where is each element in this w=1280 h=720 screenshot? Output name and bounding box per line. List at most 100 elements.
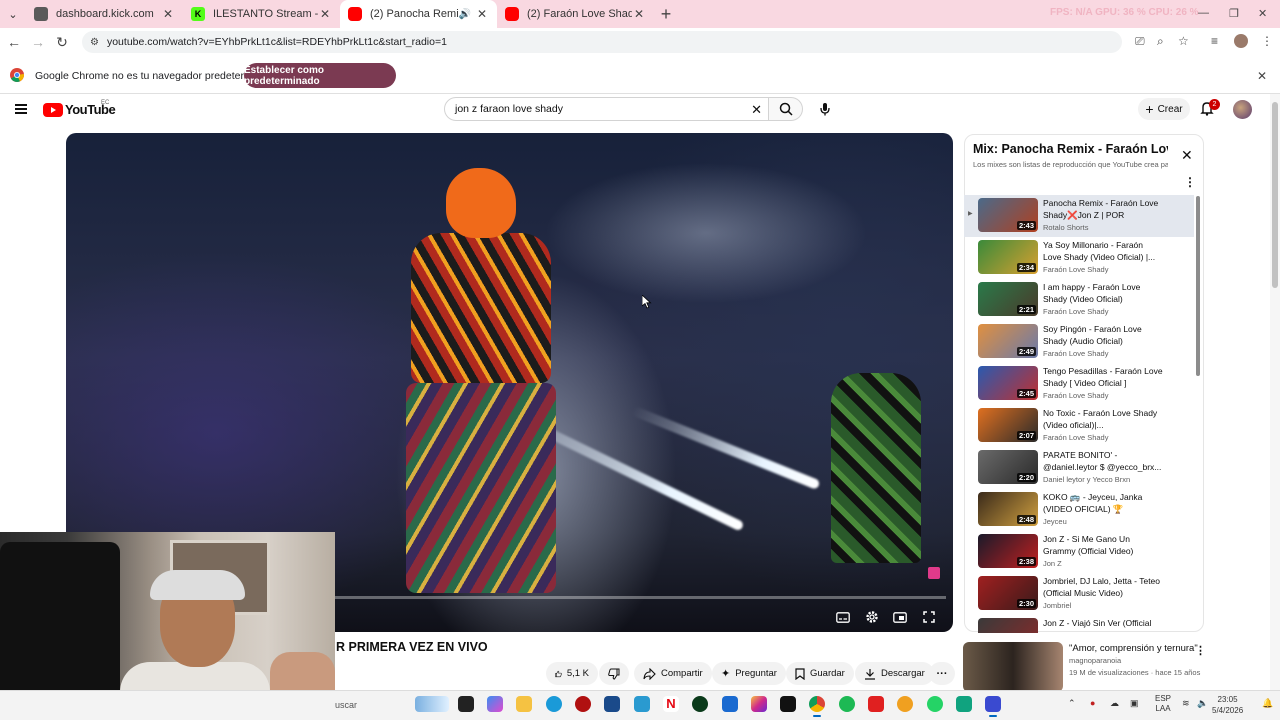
search-input[interactable]: jon z faraon love shady ✕ — [444, 97, 769, 121]
playlist-close-icon[interactable]: ✕ — [1181, 147, 1193, 164]
tiktok-icon[interactable] — [780, 696, 796, 712]
window-close-icon[interactable]: ✕ — [1258, 7, 1267, 20]
playlist-item[interactable]: 2:34 Ya Soy Millonario - Faraón Love Shad… — [964, 237, 1194, 279]
playlist-item[interactable]: 2:48 KOKO 🚌 - Jeyceu, Janka (VIDEO OFICIA… — [964, 489, 1194, 531]
back-icon[interactable]: ← — [2, 34, 26, 50]
menu-icon[interactable] — [15, 104, 27, 114]
playlist-item-title[interactable]: KOKO 🚌 - Jeyceu, Janka (VIDEO OFICIAL) 🏆 — [1043, 491, 1163, 515]
playlist-item[interactable]: ▶ 2:43 Panocha Remix - Faraón Love Shady❌J… — [964, 195, 1194, 237]
media-controls-icon[interactable]: ≡ — [1211, 34, 1218, 48]
clear-search-icon[interactable]: ✕ — [751, 102, 762, 118]
app-icon[interactable] — [575, 696, 591, 712]
playlist-item-thumbnail[interactable]: 2:38 — [978, 534, 1038, 568]
chrome-menu-icon[interactable]: ⋮ — [1261, 34, 1273, 48]
playlist-item-thumbnail[interactable]: 2:48 — [978, 492, 1038, 526]
playlist-item-title[interactable]: I am happy - Faraón Love Shady (Video Of… — [1043, 281, 1163, 305]
settings-gear-icon[interactable] — [862, 608, 882, 626]
miniplayer-icon[interactable] — [890, 608, 910, 626]
share-button[interactable]: Compartir — [634, 662, 712, 685]
playlist-item-title[interactable]: Ya Soy Millonario - Faraón Love Shady (V… — [1043, 239, 1163, 263]
tray-app-icon[interactable]: ▣ — [1130, 698, 1139, 709]
playlist-item[interactable]: 2:45 Tengo Pesadillas - Faraón Love Shady… — [964, 363, 1194, 405]
playlist-item-thumbnail[interactable]: 2:34 — [978, 240, 1038, 274]
playlist-item-title[interactable]: Panocha Remix - Faraón Love Shady❌Jon Z … — [1043, 197, 1163, 221]
recommendation-channel[interactable]: magnoparanoia — [1069, 656, 1121, 665]
tab-faraon-love-shady[interactable]: (2) Faraón Love Shady | La histo ✕ — [497, 0, 654, 28]
volume-icon[interactable]: 🔈 — [1197, 698, 1208, 709]
more-actions-button[interactable]: ··· — [929, 662, 955, 685]
xbox-icon[interactable] — [692, 696, 708, 712]
playlist-title[interactable]: Mix: Panocha Remix - Faraón Love... — [973, 142, 1168, 156]
tray-chevron-icon[interactable]: ⌃ — [1068, 698, 1076, 709]
playlist-item-channel[interactable]: Faraón Love Shady — [1043, 307, 1108, 316]
close-icon[interactable]: ✕ — [318, 7, 332, 21]
playlist-item-title[interactable]: Jon Z - Viajó Sin Ver (Official — [1043, 617, 1163, 629]
close-icon[interactable]: ✕ — [475, 7, 489, 21]
download-button[interactable]: Descargar — [855, 662, 934, 685]
tab-ilestanto-stream[interactable]: K ILESTANTO Stream - Watch Live ✕ — [183, 0, 340, 28]
playlist-item-channel[interactable]: Rotalo Shorts — [1043, 223, 1088, 232]
playlist-item-channel[interactable]: Faraón Love Shady — [1043, 349, 1108, 358]
spotify-icon[interactable] — [839, 696, 855, 712]
site-info-icon[interactable]: ⚙ — [90, 37, 99, 48]
app-icon[interactable] — [897, 696, 913, 712]
app-icon[interactable] — [604, 696, 620, 712]
playlist-item-title[interactable]: PARATE BONITO' - @daniel.leytor $ @yecco… — [1043, 449, 1163, 473]
tab-search-button[interactable]: ⌄ — [0, 0, 26, 28]
app-icon[interactable] — [722, 696, 738, 712]
task-view-icon[interactable] — [458, 696, 474, 712]
playlist-item-thumbnail[interactable]: 2:21 — [978, 282, 1038, 316]
zoom-icon[interactable]: ⌕ — [1157, 34, 1164, 49]
playlist-item-title[interactable]: Jombriel, DJ Lalo, Jetta - Teteo (Offici… — [1043, 575, 1163, 599]
tab-kick-dashboard[interactable]: dashboard.kick.com ✕ — [26, 0, 183, 28]
audio-playing-icon[interactable]: 🔊 — [459, 9, 471, 20]
new-tab-button[interactable]: + — [654, 4, 678, 25]
tray-cloud-icon[interactable]: ☁ — [1110, 698, 1119, 709]
dislike-button[interactable] — [599, 662, 629, 685]
search-button[interactable] — [769, 97, 803, 121]
playlist-item-thumbnail[interactable] — [978, 618, 1038, 633]
forward-icon[interactable]: → — [26, 34, 50, 50]
wifi-icon[interactable]: ≋ — [1182, 698, 1190, 709]
minimize-icon[interactable]: — — [1198, 7, 1209, 19]
whatsapp-icon[interactable] — [927, 696, 943, 712]
voice-search-button[interactable] — [814, 98, 836, 120]
create-button[interactable]: + Crear — [1138, 98, 1190, 120]
playlist-item-channel[interactable]: Jeyceu — [1043, 517, 1067, 526]
close-icon[interactable]: ✕ — [161, 7, 175, 21]
profile-avatar-icon[interactable] — [1234, 34, 1248, 48]
language-indicator[interactable]: ESP LAA — [1155, 694, 1171, 714]
bookmark-star-icon[interactable]: ☆ — [1178, 34, 1189, 48]
playlist-item-channel[interactable]: Faraón Love Shady — [1043, 265, 1108, 274]
close-icon[interactable]: ✕ — [632, 7, 646, 21]
taskbar-clock[interactable]: 23:05 5/4/2026 — [1212, 694, 1243, 716]
playlist-more-icon[interactable]: ⋮ — [1184, 175, 1196, 189]
playlist-item-title[interactable]: Jon Z - Si Me Gano Un Grammy (Official V… — [1043, 533, 1163, 557]
netflix-icon[interactable]: N — [663, 696, 679, 712]
playlist-item-thumbnail[interactable]: 2:20 — [978, 450, 1038, 484]
playlist-item[interactable]: 2:20 PARATE BONITO' - @daniel.leytor $ @y… — [964, 447, 1194, 489]
save-button[interactable]: Guardar — [786, 662, 854, 685]
playlist-item-channel[interactable]: Faraón Love Shady — [1043, 391, 1108, 400]
instagram-icon[interactable] — [751, 696, 767, 712]
tab-panocha-remix[interactable]: (2) Panocha Remix - Faraón 🔊 ✕ — [340, 0, 497, 28]
playlist-item[interactable]: 2:49 Soy Pingón - Faraón Love Shady (Audi… — [964, 321, 1194, 363]
channel-watermark-icon[interactable] — [928, 567, 940, 579]
like-button[interactable]: 5,1 K — [546, 662, 598, 685]
address-bar[interactable]: ⚙ youtube.com/watch?v=EYhbPrkLt1c&list=R… — [82, 31, 1122, 53]
copilot-icon[interactable] — [487, 696, 503, 712]
playlist-item-thumbnail[interactable]: 2:45 — [978, 366, 1038, 400]
playlist-item[interactable]: 2:07 No Toxic - Faraón Love Shady (Video … — [964, 405, 1194, 447]
playlist-item[interactable]: 2:21 I am happy - Faraón Love Shady (Vide… — [964, 279, 1194, 321]
playlist-item-title[interactable]: Soy Pingón - Faraón Love Shady (Audio Of… — [1043, 323, 1163, 347]
playlist-item-title[interactable]: Tengo Pesadillas - Faraón Love Shady [ V… — [1043, 365, 1163, 389]
recommendation-thumbnail[interactable] — [963, 642, 1063, 692]
reload-icon[interactable]: ↻ — [50, 34, 74, 51]
page-scrollbar-thumb[interactable] — [1272, 102, 1278, 288]
page-scrollbar[interactable] — [1270, 94, 1280, 690]
playlist-item-title[interactable]: No Toxic - Faraón Love Shady (Video ofic… — [1043, 407, 1163, 431]
infobar-close-icon[interactable]: ✕ — [1257, 69, 1267, 83]
search-highlight-icon[interactable] — [415, 696, 449, 712]
playlist-item-thumbnail[interactable]: 2:07 — [978, 408, 1038, 442]
playlist-item-channel[interactable]: Jon Z — [1043, 559, 1062, 568]
